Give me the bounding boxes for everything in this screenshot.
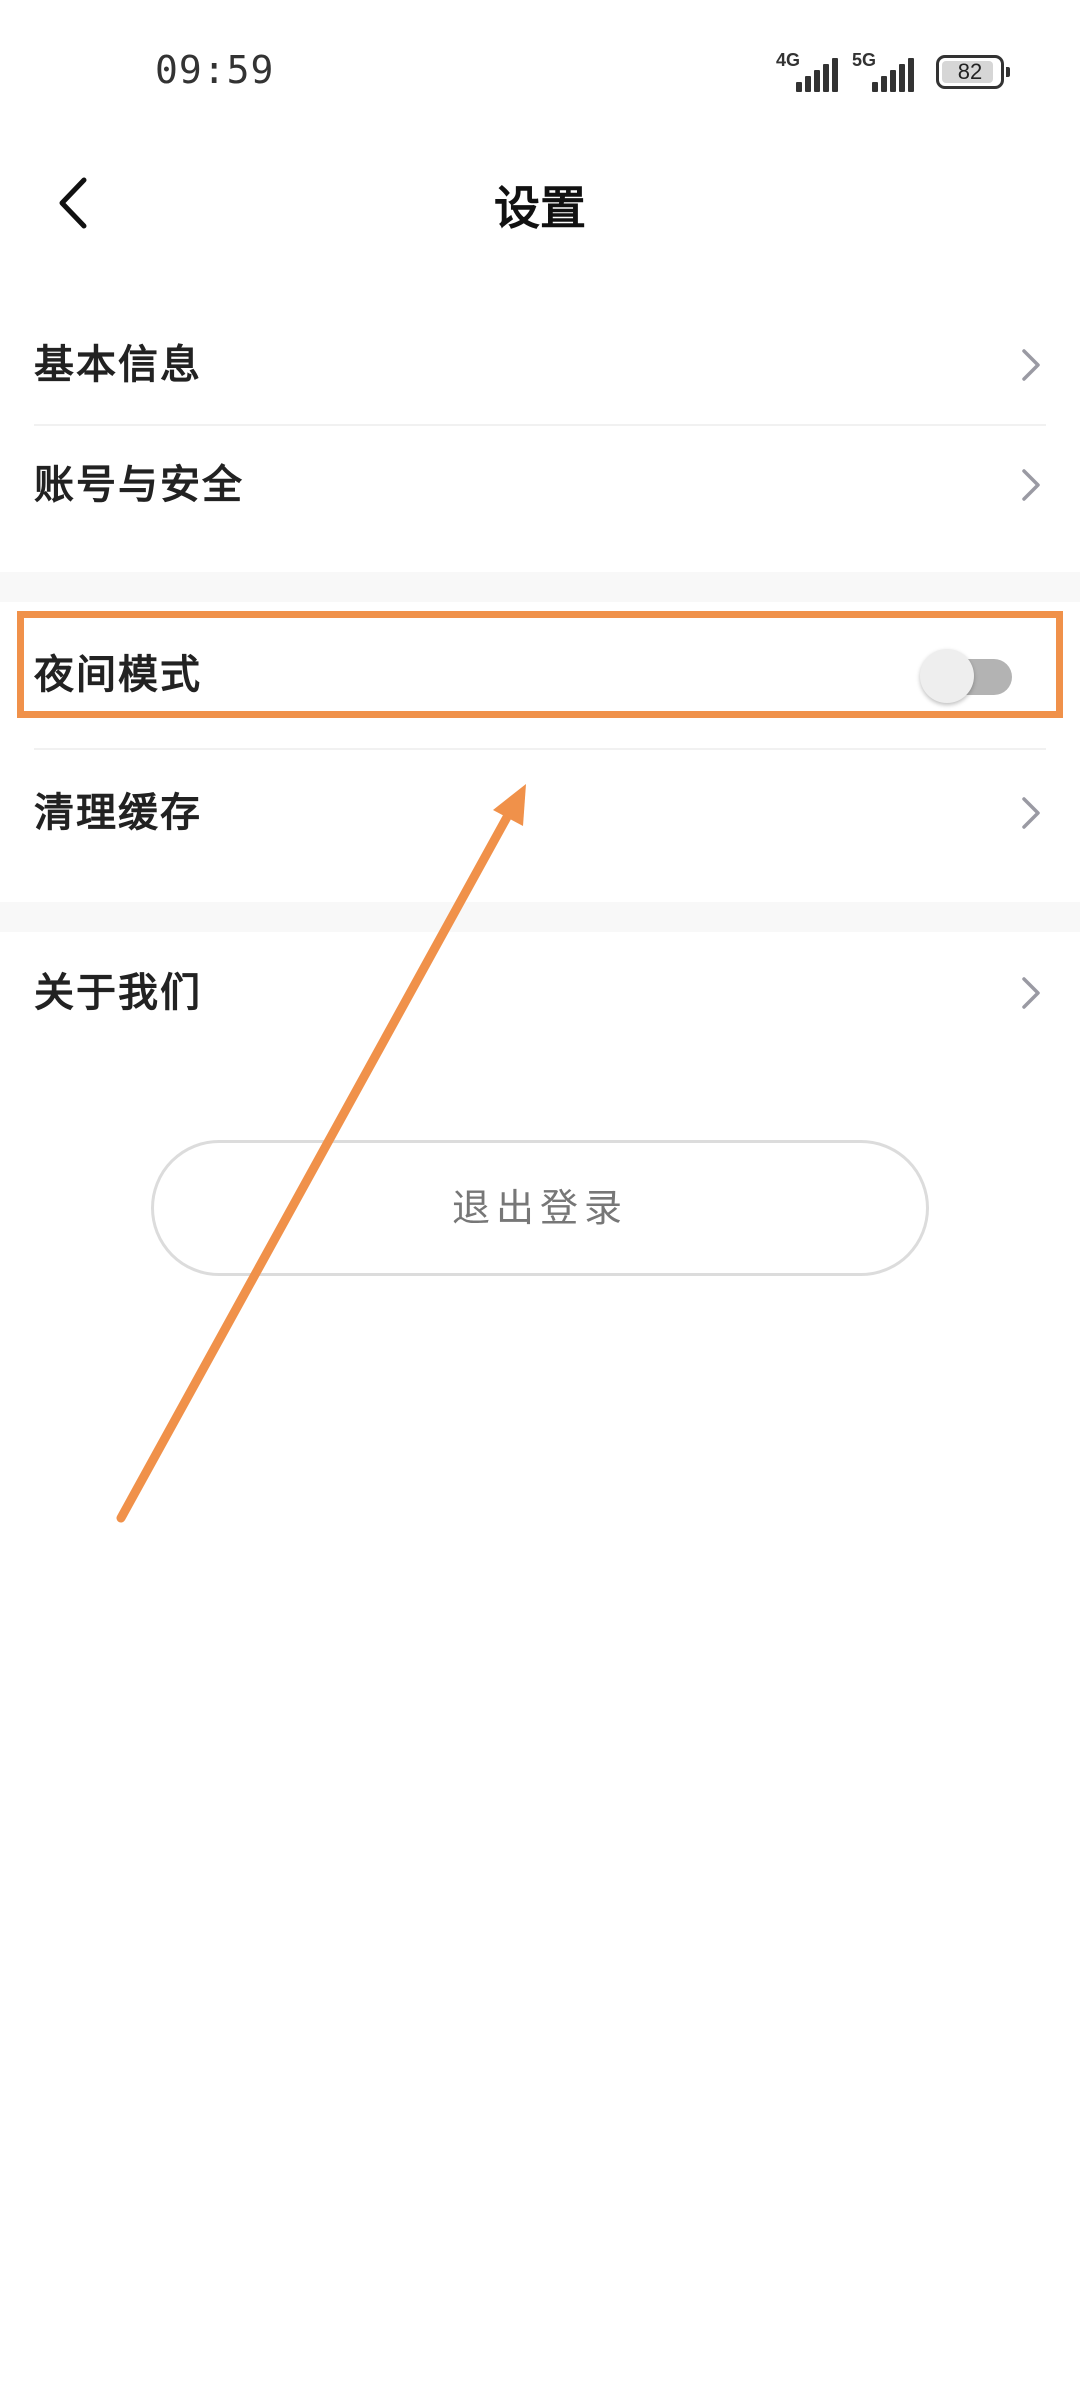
page-title: 设置 (494, 181, 586, 235)
toggle-knob (920, 649, 974, 703)
settings-item-label: 清理缓存 (34, 790, 202, 836)
night-mode-toggle[interactable] (920, 649, 1016, 703)
settings-item-basic-info[interactable]: 基本信息 (0, 306, 1080, 424)
header-bar: 设置 (0, 150, 1080, 260)
section-separator (0, 902, 1080, 932)
chevron-right-icon (1010, 345, 1050, 385)
settings-item-account-security[interactable]: 账号与安全 (0, 426, 1080, 544)
status-time: 09:59 (155, 48, 275, 92)
battery-icon: 82 (936, 55, 1010, 89)
settings-item-night-mode: 夜间模式 (0, 616, 1080, 734)
section-separator (0, 572, 1080, 602)
settings-item-about-us[interactable]: 关于我们 (0, 934, 1080, 1052)
settings-item-label: 账号与安全 (34, 462, 244, 508)
chevron-right-icon (1010, 465, 1050, 505)
status-bar: 09:59 4G 5G 82 (0, 0, 1080, 140)
settings-item-label: 夜间模式 (34, 652, 202, 698)
chevron-right-icon (1010, 973, 1050, 1013)
signal-5g-icon: 5G (852, 50, 914, 92)
battery-level: 82 (957, 59, 983, 84)
settings-item-label: 基本信息 (34, 342, 202, 388)
divider (34, 748, 1046, 750)
signal-4g-icon: 4G (776, 50, 838, 92)
status-icons: 4G 5G 82 (776, 50, 1010, 94)
logout-button[interactable]: 退出登录 (151, 1140, 929, 1276)
settings-item-label: 关于我们 (34, 970, 202, 1016)
settings-item-clear-cache[interactable]: 清理缓存 (0, 752, 1080, 874)
chevron-right-icon (1010, 793, 1050, 833)
